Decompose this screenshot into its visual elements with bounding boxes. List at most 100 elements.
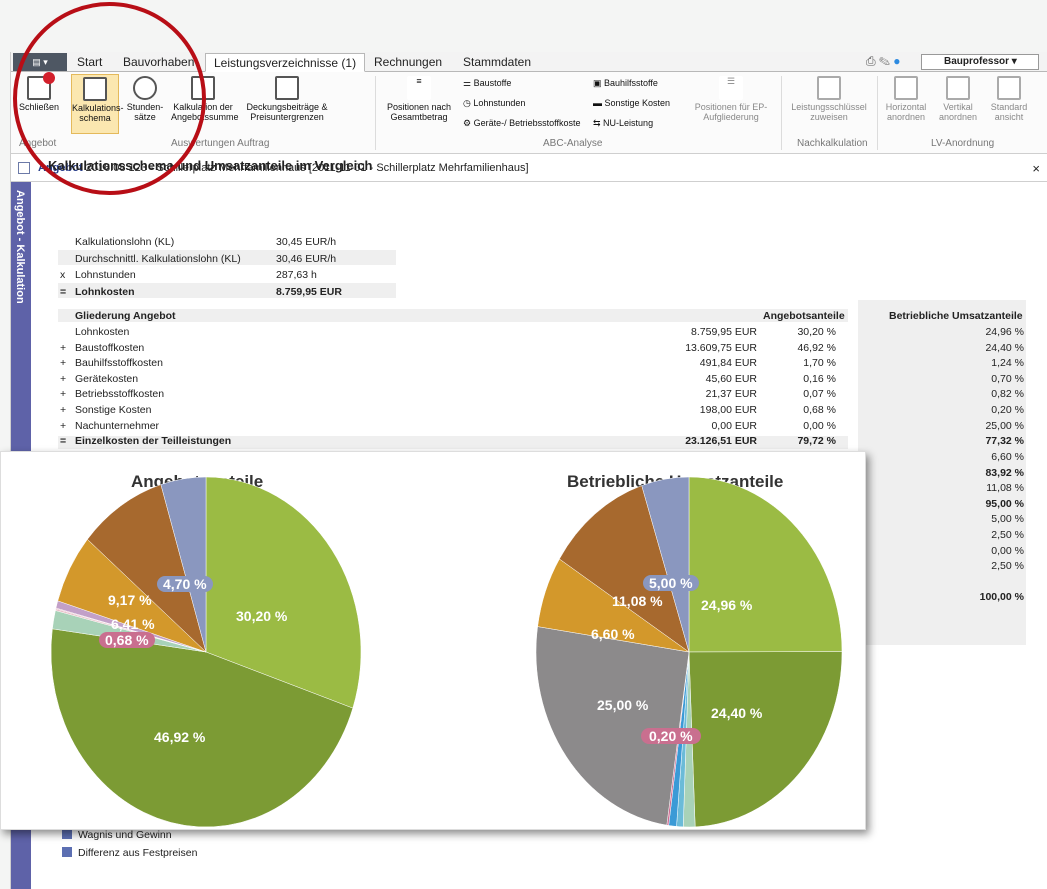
abc-list-icon: ≡ bbox=[407, 76, 431, 100]
pie-label: 24,96 % bbox=[701, 597, 753, 613]
table-share: 46,92 % bbox=[797, 341, 836, 354]
tab-stammdaten[interactable]: Stammdaten bbox=[455, 53, 539, 72]
pie-label: 24,40 % bbox=[711, 705, 763, 721]
table-label: Bauhilfsstoffkosten bbox=[75, 357, 163, 370]
help-icon[interactable]: ● bbox=[893, 54, 900, 68]
group-nachkalkulation: Nachkalkulation bbox=[797, 138, 868, 149]
tab-rechnungen[interactable]: Rechnungen bbox=[366, 53, 450, 72]
deckungsbeitraege-button[interactable]: Deckungsbeiträge & Preisuntergrenzen bbox=[239, 76, 335, 136]
table-share: 1,70 % bbox=[803, 357, 836, 370]
pie-label: 0,20 % bbox=[641, 728, 701, 744]
lohnstunden-label: Lohnstunden bbox=[473, 98, 526, 108]
checklist-icon: ☰ bbox=[719, 76, 743, 100]
table-label: Einzelkosten der Teilleistungen bbox=[75, 435, 232, 448]
pie-label: 9,17 % bbox=[108, 592, 152, 608]
pie-label: 30,20 % bbox=[236, 608, 288, 624]
legend-label: Differenz aus Festpreisen bbox=[78, 847, 198, 859]
split-vertical-icon bbox=[894, 76, 918, 100]
table-label: Gerätekosten bbox=[75, 372, 139, 385]
sonstige-label: Sonstige Kosten bbox=[604, 98, 671, 108]
baustoffe-button[interactable]: ⚌ Baustoffe bbox=[463, 78, 511, 89]
separator bbox=[877, 76, 878, 150]
row-value: 30,45 EUR/h bbox=[276, 236, 337, 248]
bauhilfsstoffe-button[interactable]: ▣ Bauhilfsstoffe bbox=[593, 78, 658, 89]
split-horizontal-icon bbox=[946, 76, 970, 100]
table-amount: 8.759,95 EUR bbox=[691, 326, 757, 338]
row-label: Lohnstunden bbox=[75, 269, 136, 281]
nu-leistung-button[interactable]: ⇆ NU-Leistung bbox=[593, 118, 653, 129]
row-value: 8.759,95 EUR bbox=[276, 285, 342, 298]
table-revenue-share: 11,08 % bbox=[986, 482, 1024, 495]
table-share: 0,68 % bbox=[803, 404, 836, 416]
pie-label: 46,92 % bbox=[154, 729, 206, 745]
geraete-label: Geräte-/ Betriebsstoffkoste bbox=[473, 118, 581, 128]
table-label: Baustoffkosten bbox=[75, 341, 145, 354]
separator bbox=[375, 76, 376, 150]
legend-item: Differenz aus Festpreisen bbox=[62, 847, 197, 859]
table-sign: = bbox=[60, 435, 67, 448]
close-icon[interactable]: × bbox=[1032, 161, 1040, 176]
legend-swatch-icon bbox=[62, 847, 72, 857]
highlight-circle bbox=[13, 2, 206, 195]
ep-aufgliederung-button[interactable]: ☰ Positionen für EP- Aufgliederung bbox=[687, 76, 775, 136]
tab-leistungsverzeichnisse[interactable]: Leistungsverzeichnisse (1) bbox=[205, 53, 366, 72]
lohnstunden-button[interactable]: ◷ Lohnstunden bbox=[463, 98, 525, 109]
group-lv-anordnung: LV-Anordnung bbox=[931, 138, 995, 149]
table-revenue-share: 0,00 % bbox=[991, 544, 1024, 557]
row-sign: x bbox=[60, 269, 66, 281]
table-plus-icon bbox=[275, 76, 299, 100]
pie-slice bbox=[688, 651, 843, 828]
row-label: Durchschnittl. Kalkulationslohn (KL) bbox=[75, 252, 241, 265]
table-amount: 45,60 EUR bbox=[705, 372, 757, 385]
table-revenue-share: 5,00 % bbox=[991, 513, 1024, 526]
vertikal-button[interactable]: Vertikal anordnen bbox=[935, 76, 981, 136]
pie-label: 4,70 % bbox=[157, 576, 213, 592]
positionen-label: Positionen nach Gesamtbetrag bbox=[386, 102, 452, 122]
table-revenue-share: 25,00 % bbox=[985, 419, 1024, 432]
table-amount: 23.126,51 EUR bbox=[685, 435, 757, 448]
table-label: Lohnkosten bbox=[75, 326, 130, 338]
table-revenue-share: 2,50 % bbox=[991, 560, 1024, 573]
wrench-icon[interactable]: ✎ bbox=[879, 54, 890, 68]
horiz-label: Horizontal anordnen bbox=[885, 102, 927, 122]
separator bbox=[781, 76, 782, 150]
profile-dropdown[interactable]: Bauprofessor ▾ bbox=[921, 54, 1039, 70]
key-doc-icon bbox=[817, 76, 841, 100]
table-revenue-share: 77,32 % bbox=[985, 435, 1024, 448]
sonstige-kosten-button[interactable]: ▬ Sonstige Kosten bbox=[593, 98, 670, 108]
bauhilfs-label: Bauhilfsstoffe bbox=[604, 78, 658, 88]
window-icon bbox=[997, 76, 1021, 100]
table-revenue-share: 24,40 % bbox=[985, 341, 1024, 354]
horizontal-button[interactable]: Horizontal anordnen bbox=[881, 76, 931, 136]
pie-label: 6,60 % bbox=[591, 626, 635, 642]
print-icon[interactable]: ⎙ bbox=[866, 54, 876, 68]
row-label: Kalkulationslohn (KL) bbox=[75, 236, 175, 248]
table-amount: 21,37 EUR bbox=[705, 388, 757, 401]
pie-label: 25,00 % bbox=[597, 697, 649, 713]
table-revenue-share: 6,60 % bbox=[991, 451, 1024, 463]
table-share: 0,07 % bbox=[803, 388, 836, 401]
geraete-button[interactable]: ⚙ Geräte-/ Betriebsstoffkoste bbox=[463, 118, 580, 129]
positionen-gesamtbetrag-button[interactable]: ≡ Positionen nach Gesamtbetrag bbox=[379, 76, 459, 136]
standard-ansicht-button[interactable]: Standard ansicht bbox=[985, 76, 1033, 136]
pie-slice bbox=[688, 476, 843, 653]
table-share: 30,20 % bbox=[797, 326, 836, 338]
table-revenue-share: 83,92 % bbox=[985, 466, 1024, 479]
table-revenue-share: 0,20 % bbox=[991, 404, 1024, 416]
table-revenue-share bbox=[920, 576, 1024, 589]
table-revenue-share: 0,70 % bbox=[991, 372, 1024, 385]
table-share: 0,16 % bbox=[803, 372, 836, 385]
group-abc: ABC-Analyse bbox=[543, 138, 603, 149]
table-sign: + bbox=[60, 404, 67, 416]
table-amount: 0,00 EUR bbox=[711, 419, 757, 432]
std-label: Standard ansicht bbox=[990, 102, 1028, 122]
side-label: Angebot - Kalkulation bbox=[14, 190, 26, 304]
nu-label: NU-Leistung bbox=[603, 118, 654, 128]
toolbar-icons: ⎙ ✎ ● bbox=[866, 54, 900, 69]
leistungsschluessel-button[interactable]: Leistungsschlüssel zuweisen bbox=[785, 76, 873, 136]
table-share: 0,00 % bbox=[803, 419, 836, 432]
table-share: 79,72 % bbox=[797, 435, 836, 448]
table-revenue-share: 2,50 % bbox=[991, 529, 1024, 541]
table-revenue-share: 95,00 % bbox=[985, 497, 1024, 510]
pie-slice bbox=[535, 626, 690, 826]
